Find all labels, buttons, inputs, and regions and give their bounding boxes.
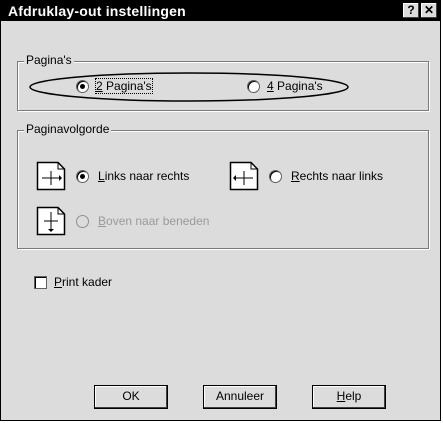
right-to-left-radio[interactable]: [269, 170, 282, 183]
help-button[interactable]: Help: [312, 385, 386, 409]
left-to-right-label[interactable]: Links naar rechts: [98, 169, 189, 183]
left-to-right-icon: [36, 161, 66, 191]
title-bar: Afdruklay-out instellingen ? ✕: [1, 1, 440, 21]
two-pages-label[interactable]: 2 Pagina's: [95, 78, 153, 94]
right-to-left-label[interactable]: Rechts naar links: [291, 169, 383, 183]
right-to-left-icon: [229, 161, 259, 191]
page-order-group-legend: Paginavolgorde: [24, 122, 112, 136]
layout-settings-dialog: Afdruklay-out instellingen ? ✕ Pagina's …: [0, 0, 441, 421]
print-border-checkbox[interactable]: [34, 276, 47, 289]
two-pages-radio[interactable]: [76, 80, 89, 93]
top-to-bottom-label[interactable]: Boven naar beneden: [98, 214, 209, 228]
pages-group: Pagina's 2 Pagina's 4 Pagina's: [17, 53, 429, 111]
cancel-button[interactable]: Annuleer: [203, 385, 277, 409]
top-to-bottom-icon: [36, 206, 66, 236]
page-order-group: Paginavolgorde Links naar rechts Rechts …: [17, 122, 429, 249]
dialog-title: Afdruklay-out instellingen: [8, 3, 186, 19]
help-title-button[interactable]: ?: [403, 3, 419, 18]
left-to-right-radio[interactable]: [76, 170, 89, 183]
ok-button[interactable]: OK: [94, 385, 168, 409]
four-pages-radio[interactable]: [247, 80, 260, 93]
print-border-label[interactable]: Print kader: [54, 275, 112, 289]
top-to-bottom-radio[interactable]: [76, 215, 89, 228]
close-button[interactable]: ✕: [421, 3, 437, 18]
pages-group-legend: Pagina's: [24, 53, 74, 67]
four-pages-label[interactable]: 4 Pagina's: [267, 79, 323, 93]
